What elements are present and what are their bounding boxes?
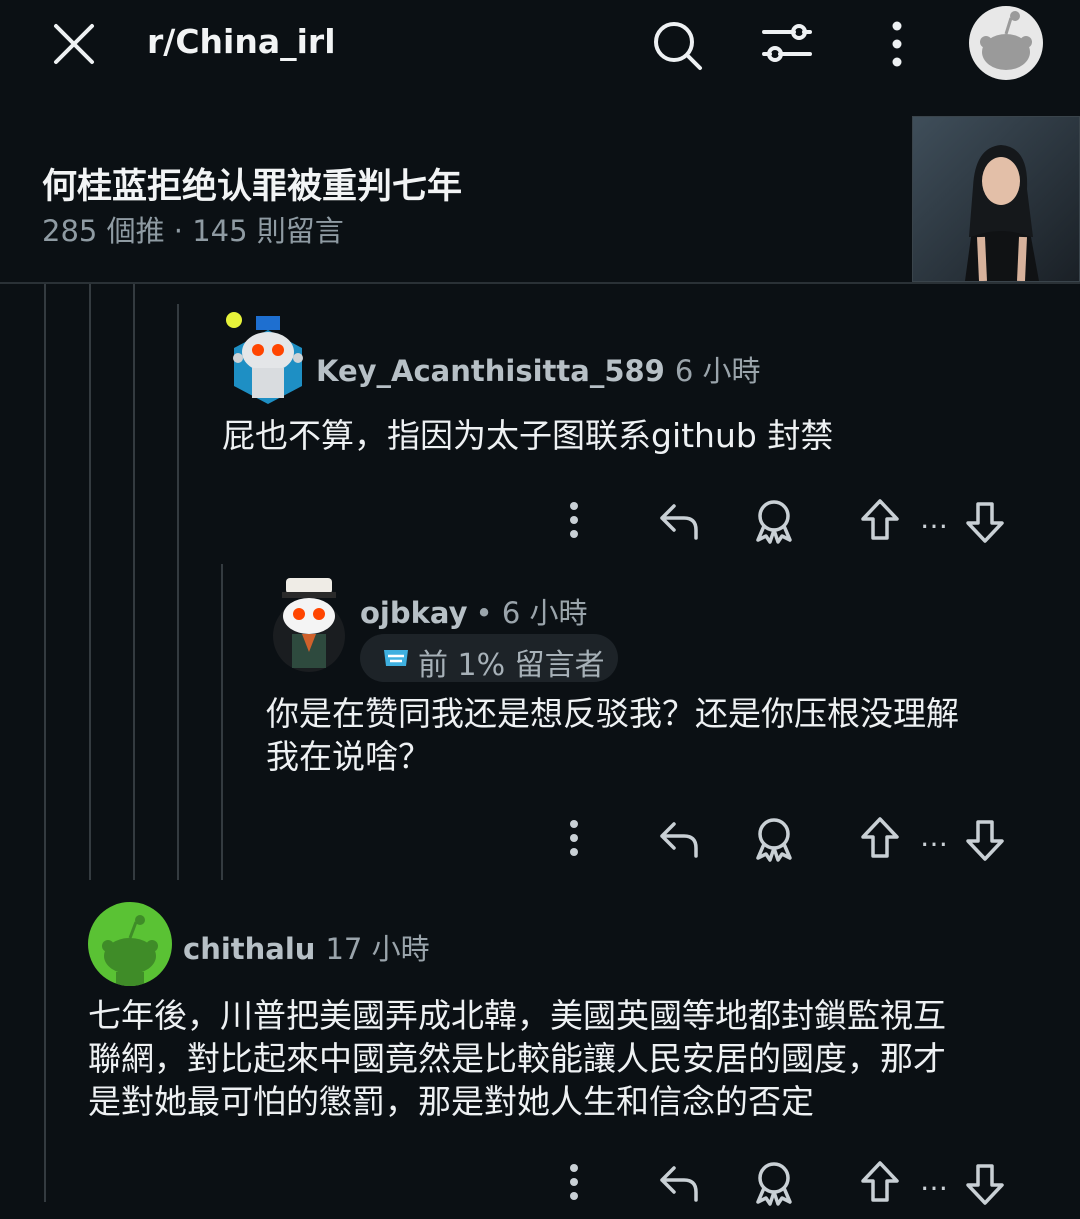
comment-meta: chithalu 17 小時: [183, 926, 430, 968]
commenter-avatar[interactable]: [270, 572, 348, 674]
comment-meta: Key_Acanthisitta_589 6 小時: [316, 348, 761, 390]
thumbnail-image: [913, 117, 1079, 281]
top-commenter-badge[interactable]: 前 1% 留言者: [360, 634, 618, 683]
snoo-icon: [980, 11, 1032, 70]
user-avatar[interactable]: [969, 6, 1043, 80]
vote-count-hidden: …: [920, 1164, 948, 1197]
reply-icon[interactable]: [658, 500, 700, 542]
badge-icon: [384, 650, 408, 666]
username[interactable]: ojbkay: [360, 596, 468, 630]
vote-count-hidden: …: [920, 820, 948, 853]
snoo-hat-icon: [273, 578, 345, 672]
thread-line[interactable]: [133, 284, 135, 880]
thread-line[interactable]: [89, 284, 91, 880]
award-icon[interactable]: [752, 816, 796, 862]
badge-label: 前 1% 留言者: [418, 648, 605, 683]
post-thumbnail[interactable]: [912, 116, 1080, 282]
post-header[interactable]: 何桂蓝拒绝认罪被重判七年 285 個推 · 145 則留言: [0, 100, 1080, 284]
subreddit-name[interactable]: r/China_irl: [147, 22, 336, 61]
upvote-icon[interactable]: [859, 498, 901, 542]
username[interactable]: Key_Acanthisitta_589: [316, 354, 665, 388]
award-icon[interactable]: [752, 498, 796, 544]
post-title[interactable]: 何桂蓝拒绝认罪被重判七年: [42, 158, 462, 209]
snoo-icon: [102, 915, 158, 986]
more-vertical-icon[interactable]: [885, 20, 909, 68]
reply-icon[interactable]: [658, 1162, 700, 1204]
thread-line[interactable]: [177, 304, 179, 880]
comment-body: 屁也不算，指因为太子图联系github 封禁: [222, 416, 834, 455]
vote-count-hidden: …: [920, 502, 948, 535]
comment-body-line: 聯網，對比起來中國竟然是比較能讓人民安居的國度，那才: [88, 1039, 946, 1078]
reply-icon[interactable]: [658, 818, 700, 860]
thread-line[interactable]: [221, 564, 223, 880]
filter-icon[interactable]: [760, 20, 814, 68]
comment-body-line: 我在说啥？: [266, 737, 431, 776]
thread-line[interactable]: [44, 284, 46, 1202]
commenter-avatar[interactable]: [226, 306, 310, 404]
comment-time: • 6 小時: [475, 596, 588, 630]
more-options-icon[interactable]: [562, 502, 586, 538]
upvote-icon[interactable]: [859, 1160, 901, 1204]
comment-body-line: 你是在赞同我还是想反驳我？还是你压根没理解: [266, 694, 959, 733]
comment-meta: ojbkay • 6 小時: [360, 590, 588, 632]
top-bar: r/China_irl: [0, 0, 1080, 100]
more-options-icon[interactable]: [562, 820, 586, 856]
close-icon[interactable]: [50, 20, 98, 68]
snoo-robot-icon: [226, 312, 303, 404]
username[interactable]: chithalu: [183, 932, 315, 966]
upvote-icon[interactable]: [859, 816, 901, 860]
comment-time: 6 小時: [674, 354, 761, 388]
downvote-icon[interactable]: [964, 500, 1006, 544]
downvote-icon[interactable]: [964, 818, 1006, 862]
downvote-icon[interactable]: [964, 1162, 1006, 1206]
comment-body-line: 是對她最可怕的懲罰，那是對她人生和信念的否定: [88, 1082, 814, 1121]
award-icon[interactable]: [752, 1160, 796, 1206]
commenter-avatar[interactable]: [88, 902, 172, 986]
comment-body-line: 七年後，川普把美國弄成北韓，美國英國等地都封鎖監視互: [88, 996, 946, 1035]
post-meta: 285 個推 · 145 則留言: [42, 214, 344, 248]
search-icon[interactable]: [650, 18, 704, 72]
comment-time: 17 小時: [325, 932, 430, 966]
more-options-icon[interactable]: [562, 1164, 586, 1200]
